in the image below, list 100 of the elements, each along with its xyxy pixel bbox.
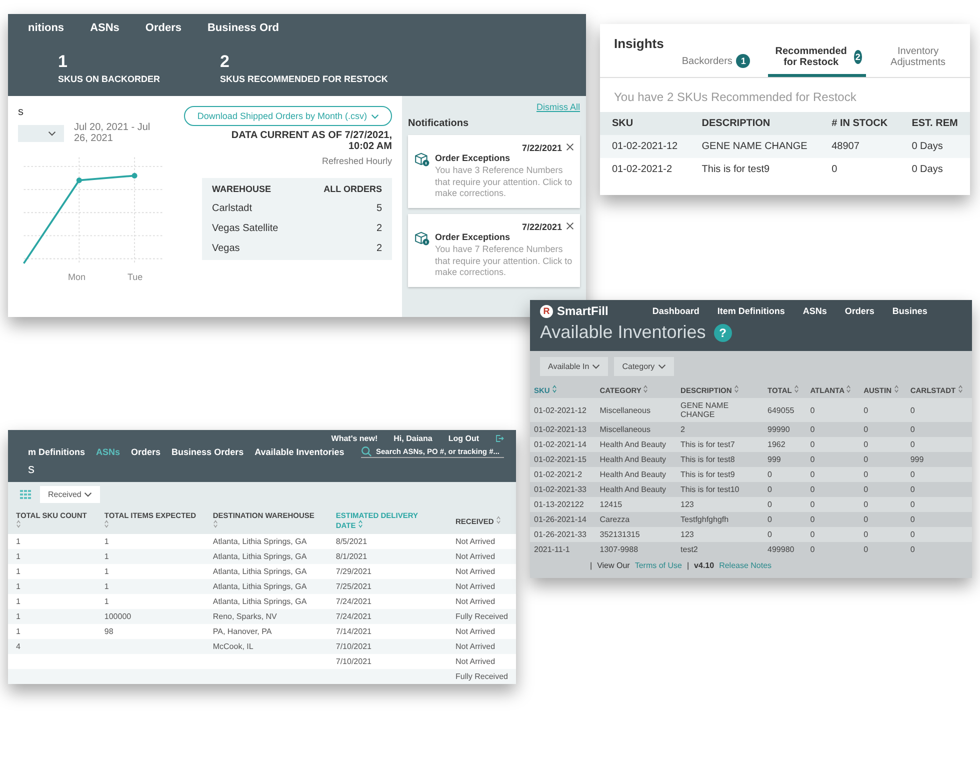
nav-link[interactable]: Business Ord bbox=[207, 22, 280, 34]
table-cell: Not Arrived bbox=[456, 537, 496, 546]
table-cell: 2021-11-1 bbox=[530, 542, 596, 557]
table-cell: 0 bbox=[806, 398, 860, 422]
table-cell: Miscellaneous bbox=[596, 422, 677, 437]
grid-icon[interactable] bbox=[20, 490, 32, 500]
nav-link[interactable]: Available Inventories bbox=[254, 447, 344, 457]
table-cell: This is for test9 bbox=[690, 158, 820, 181]
notification-message: You have 3 Reference Numbers that require your attention. Click to make corrections. bbox=[435, 165, 574, 200]
table-cell: 2 bbox=[376, 243, 382, 254]
table-cell: This is for test8 bbox=[676, 452, 764, 467]
table-cell: 0 bbox=[906, 422, 972, 437]
table-cell: test2 bbox=[676, 542, 764, 557]
filter-dropdown[interactable]: Available In bbox=[540, 357, 608, 376]
table-cell: This is for test9 bbox=[676, 467, 764, 482]
close-icon[interactable] bbox=[566, 143, 574, 151]
sort-icon bbox=[643, 385, 648, 393]
version-label: v4.10 bbox=[694, 561, 714, 570]
table-cell: 0 bbox=[860, 437, 906, 452]
header-link[interactable]: What's new! bbox=[331, 434, 378, 443]
tab-label: Inventory Adjustments bbox=[890, 46, 947, 68]
table-cell: 1962 bbox=[764, 437, 806, 452]
table-cell: 2 bbox=[676, 422, 764, 437]
table-cell: 999 bbox=[906, 452, 972, 467]
table-cell: 499980 bbox=[764, 542, 806, 557]
table-cell: 01-26-2021-14 bbox=[530, 512, 596, 527]
sort-icon bbox=[104, 520, 110, 528]
table-cell: PA, Hanover, PA bbox=[212, 627, 272, 636]
page-title: Available Inventories bbox=[540, 322, 706, 343]
table-cell: 7/29/2021 bbox=[336, 567, 372, 576]
nav-link[interactable]: nitions bbox=[28, 22, 64, 34]
nav-link[interactable]: Orders bbox=[145, 22, 182, 34]
tab[interactable]: Inventory Adjustments bbox=[880, 42, 956, 77]
table-cell: 01-02-2021-33 bbox=[530, 482, 596, 497]
table-cell: 0 bbox=[806, 452, 860, 467]
table-cell: 1 bbox=[16, 612, 20, 621]
sort-icon bbox=[734, 385, 739, 393]
nav-link[interactable]: Item Definitions bbox=[717, 306, 785, 316]
received-filter[interactable]: Received bbox=[40, 486, 100, 503]
nav-link[interactable]: Busines bbox=[892, 306, 928, 316]
tab[interactable]: Backorders 1 bbox=[678, 50, 754, 77]
table-cell: 0 bbox=[764, 482, 806, 497]
filter-dropdown[interactable]: Category bbox=[614, 357, 674, 376]
count-badge: 1 bbox=[736, 54, 750, 68]
page-heading: s bbox=[28, 461, 34, 476]
chevron-icon bbox=[658, 364, 666, 369]
table-cell: 352131315 bbox=[596, 527, 677, 542]
table-cell: 01-02-2021-14 bbox=[530, 437, 596, 452]
notification-card[interactable]: Order Exceptions 7/22/2021 You have 3 Reference Numbers that require your attention. Click to make corrections. bbox=[408, 135, 580, 208]
stat-value: 2 bbox=[220, 52, 230, 72]
table-cell: 1 bbox=[104, 597, 109, 606]
header-link[interactable]: Log Out bbox=[448, 434, 479, 443]
table-cell: Health And Beauty bbox=[596, 482, 677, 497]
table-cell: 8/1/2021 bbox=[336, 552, 368, 561]
table-cell: 100000 bbox=[104, 612, 132, 621]
close-icon[interactable] bbox=[566, 222, 574, 230]
table-cell: 7/10/2021 bbox=[336, 642, 372, 651]
header-link[interactable]: Hi, Daiana bbox=[394, 434, 432, 443]
table-cell: 01-13-202122 bbox=[530, 497, 596, 512]
nav-link[interactable]: Orders bbox=[131, 447, 161, 457]
sort-icon bbox=[358, 520, 363, 528]
chevron-icon bbox=[592, 364, 600, 369]
notification-title: Order Exceptions bbox=[435, 153, 510, 163]
table-cell: Not Arrived bbox=[456, 567, 496, 576]
table-cell: This is for test7 bbox=[676, 437, 764, 452]
table-cell: 0 bbox=[860, 398, 906, 422]
table-cell: 7/25/2021 bbox=[336, 582, 372, 591]
table-cell: Atlanta, Lithia Springs, GA bbox=[212, 537, 307, 546]
table-cell: 0 bbox=[764, 497, 806, 512]
table-cell: 1 bbox=[16, 597, 20, 606]
nav-link[interactable]: Orders bbox=[844, 306, 874, 316]
table-cell: Carezza bbox=[596, 512, 677, 527]
table-cell: 99990 bbox=[764, 422, 806, 437]
table-cell: 12415 bbox=[596, 497, 677, 512]
logo-text: SmartFill bbox=[557, 304, 608, 318]
table-cell: 0 bbox=[806, 422, 860, 437]
table-cell: Not Arrived bbox=[456, 597, 496, 606]
table-cell: 1307-9988 bbox=[596, 542, 677, 557]
notification-card[interactable]: Order Exceptions 7/22/2021 You have 7 Reference Numbers that require your attention. Click to make corrections. bbox=[408, 214, 580, 288]
data-timestamp: DATA CURRENT AS OF 7/27/2021, 10:02 AM bbox=[230, 130, 392, 152]
nav-link[interactable]: ASNs bbox=[802, 306, 827, 316]
nav-link[interactable]: m Definitions bbox=[28, 447, 86, 457]
table-cell: 0 bbox=[764, 467, 806, 482]
search-icon bbox=[361, 446, 372, 457]
nav-link[interactable]: Dashboard bbox=[652, 306, 700, 316]
table-cell: 0 bbox=[860, 422, 906, 437]
table-cell: 98 bbox=[104, 627, 114, 636]
logout-icon[interactable] bbox=[495, 434, 504, 443]
table-cell: 0 bbox=[906, 512, 972, 527]
column-header: SKU bbox=[600, 112, 690, 135]
table-cell: 0 bbox=[860, 467, 906, 482]
nav-link[interactable]: Business Orders bbox=[172, 447, 244, 457]
table-cell: Not Arrived bbox=[456, 657, 496, 666]
table-cell: 0 bbox=[860, 542, 906, 557]
package-alert-icon bbox=[414, 151, 430, 167]
table-cell: 0 bbox=[906, 437, 972, 452]
nav-link[interactable]: ASNs bbox=[90, 22, 120, 34]
table-cell: 0 bbox=[764, 512, 806, 527]
table-cell: 1 bbox=[104, 567, 109, 576]
table-cell: 7/10/2021 bbox=[336, 657, 372, 666]
